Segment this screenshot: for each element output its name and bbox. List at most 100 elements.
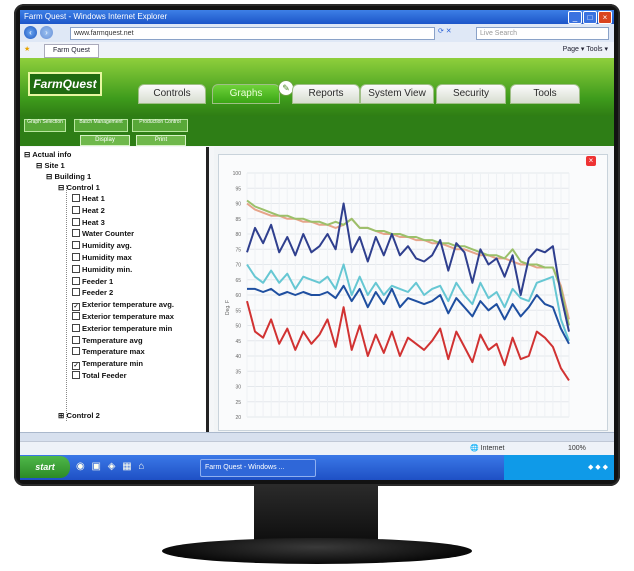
subnav-batch-management[interactable]: Batch Management <box>74 119 128 132</box>
chart-pane: 100 95 90 85 80 75 70 65 60 55 50 45 40 35 30 25 20 Deg. … <box>214 147 614 432</box>
y-tick-label: 20 <box>235 415 241 421</box>
checkbox[interactable] <box>72 276 80 285</box>
minimize-button[interactable]: _ <box>568 11 582 24</box>
tree-item[interactable]: Feeder 1 <box>72 276 113 287</box>
app-header: FarmQuest Controls Graphs ✎ Reports Syst… <box>20 58 614 116</box>
close-chart-icon[interactable]: × <box>586 156 596 166</box>
y-tick-label: 50 <box>235 324 241 330</box>
back-button[interactable]: ‹ <box>24 26 37 39</box>
y-tick-label: 70 <box>235 263 241 269</box>
tree-item[interactable]: Temperature avg <box>72 335 143 346</box>
close-button[interactable]: × <box>598 11 612 24</box>
tree-item-label: Feeder 1 <box>82 276 114 286</box>
tree-item-label: Exterior temperature min <box>82 323 173 333</box>
tab-tools[interactable]: Tools <box>510 84 580 104</box>
start-button[interactable]: start <box>20 456 70 478</box>
tree-item[interactable]: Heat 2 <box>72 205 105 216</box>
checkbox[interactable] <box>72 229 80 238</box>
tree-control-2[interactable]: ⊞ Control 2 <box>58 410 100 421</box>
checkbox[interactable] <box>72 241 80 250</box>
tree-site[interactable]: ⊟ Site 1 <box>36 160 65 171</box>
refresh-icon[interactable]: ⟳ ✕ <box>438 27 452 35</box>
tree-item-label: Heat 1 <box>82 194 105 203</box>
checkbox[interactable] <box>72 323 80 332</box>
tree-item-label: Exterior temperature max <box>82 312 175 321</box>
y-tick-label: 60 <box>235 293 241 299</box>
y-tick-label: 85 <box>235 217 241 223</box>
browser-tab[interactable]: Farm Quest <box>44 44 99 58</box>
tab-controls[interactable]: Controls <box>138 84 206 104</box>
checkbox[interactable] <box>72 335 80 344</box>
y-tick-label: 55 <box>235 308 241 314</box>
checkbox[interactable] <box>72 264 80 273</box>
maximize-button[interactable]: □ <box>583 11 597 24</box>
checkbox[interactable] <box>72 194 80 202</box>
monitor-stand-base <box>162 538 472 564</box>
forward-button[interactable]: › <box>40 26 53 39</box>
url-field[interactable]: www.farmquest.net <box>70 27 435 40</box>
search-input[interactable]: Live Search <box>476 27 609 40</box>
checkbox[interactable] <box>72 253 80 261</box>
address-bar: ‹ › www.farmquest.net ⟳ ✕ Live Search <box>20 24 614 43</box>
tree-item-label: Humidity avg. <box>82 241 132 251</box>
display-button[interactable]: Display <box>80 135 130 146</box>
tree-item[interactable]: Water Counter <box>72 228 134 239</box>
tree-item[interactable]: Heat 1 <box>72 193 105 204</box>
checkbox[interactable] <box>72 288 80 297</box>
checkbox[interactable] <box>72 347 80 356</box>
tree-root[interactable]: ⊟ Actual info <box>24 149 71 160</box>
tree-item-label: Exterior temperature avg. <box>82 300 175 310</box>
tree-item[interactable]: ✓ Exterior temperature avg. <box>72 299 175 312</box>
quick-launch[interactable]: ◉ ▣ ◈ ▦ ⌂ <box>76 461 146 472</box>
chart-box: 100 95 90 85 80 75 70 65 60 55 50 45 40 35 30 25 20 Deg. … <box>218 154 608 431</box>
farmquest-logo: FarmQuest <box>28 72 102 96</box>
tree-building[interactable]: ⊟ Building 1 <box>46 171 91 182</box>
favorites-star-icon[interactable]: ★ <box>24 42 30 58</box>
checkbox[interactable]: ✓ <box>72 303 80 312</box>
tree-item[interactable]: Total Feeder <box>72 370 127 381</box>
tab-graphs[interactable]: Graphs <box>212 84 280 104</box>
browser-commands[interactable]: Page ▾ Tools ▾ <box>563 42 608 58</box>
tree-item[interactable]: Humidity avg. <box>72 240 132 251</box>
tree-item-label: Temperature max <box>82 347 145 357</box>
sub-navigation: Graph Selection Batch Management Product… <box>20 116 614 146</box>
y-tick-label: 25 <box>235 400 241 406</box>
line-chart: 100 95 90 85 80 75 70 65 60 55 50 45 40 35 30 25 20 Deg. … <box>225 171 570 421</box>
tree-control-1[interactable]: ⊟ Control 1 <box>58 182 100 193</box>
tree-item-label: Humidity max <box>82 253 132 262</box>
tab-reports[interactable]: Reports <box>292 84 360 104</box>
tree-item[interactable]: ✓ Temperature min <box>72 358 144 371</box>
tree-item[interactable]: Exterior temperature min <box>72 323 172 334</box>
checkbox[interactable]: ✓ <box>72 362 80 371</box>
tree-item[interactable]: Humidity max <box>72 252 132 263</box>
tab-security[interactable]: Security <box>436 84 506 104</box>
taskbar-window[interactable]: Farm Quest - Windows ... <box>200 459 316 477</box>
y-axis-label: Deg. F <box>225 300 231 315</box>
y-tick-label: 90 <box>235 202 241 208</box>
tree-item[interactable]: Feeder 2 <box>72 287 113 298</box>
checkbox[interactable] <box>72 312 80 320</box>
subnav-graph-selection[interactable]: Graph Selection <box>24 119 66 132</box>
y-tick-label: 75 <box>235 247 241 253</box>
zoom-level[interactable]: 100% <box>568 442 586 456</box>
print-button[interactable]: Print <box>136 135 186 146</box>
tree-item-label: Total Feeder <box>82 371 127 380</box>
subnav-production-control[interactable]: Production Control <box>132 119 188 132</box>
command-bar: ★ Farm Quest Page ▾ Tools ▾ <box>20 42 614 59</box>
y-tick-label: 100 <box>233 171 242 177</box>
system-tray: ◆ ◆ ◆ <box>504 455 614 480</box>
tree-item[interactable]: Heat 3 <box>72 217 105 228</box>
tree-item-label: Temperature min <box>82 359 144 369</box>
tree-item-label: Temperature avg <box>82 335 143 345</box>
screen: Farm Quest - Windows Internet Explorer _… <box>20 10 614 480</box>
y-tick-label: 30 <box>235 385 241 391</box>
checkbox[interactable] <box>72 205 80 214</box>
status-bar: 🌐 Internet 100% <box>20 441 614 456</box>
tree-item[interactable]: Exterior temperature max <box>72 311 174 322</box>
tree-item[interactable]: Temperature max <box>72 346 145 357</box>
tree-item[interactable]: Humidity min. <box>72 264 132 275</box>
control-tree: ⊟ Actual info ⊟ Site 1 ⊟ Building 1 ⊟ Co… <box>20 147 209 432</box>
checkbox[interactable] <box>72 371 80 379</box>
checkbox[interactable] <box>72 217 80 226</box>
tab-system-view[interactable]: System View <box>360 84 434 104</box>
